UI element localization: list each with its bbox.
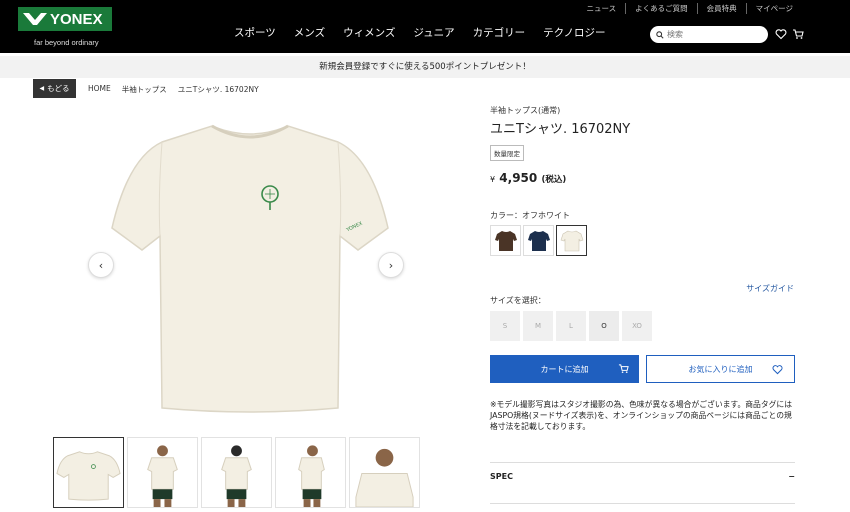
site-header: YONEX far beyond ordinary ニュース よくあるご質問 会…	[0, 0, 850, 53]
gallery-next-button[interactable]: ›	[378, 252, 404, 278]
chevron-left-icon: ‹	[98, 258, 104, 272]
color-swatch-offwhite[interactable]	[556, 225, 587, 256]
thumbnail-3[interactable]	[275, 437, 346, 508]
search-input[interactable]	[667, 30, 757, 39]
product-title: ユニTシャツ. 16702NY	[490, 122, 631, 137]
thumbnail-image	[147, 445, 178, 507]
favorites-button-label: お気に入りに追加	[688, 364, 753, 374]
gallery-prev-button[interactable]: ‹	[88, 252, 114, 278]
back-arrow-icon: ◀	[39, 85, 45, 92]
nav-item-mens[interactable]: メンズ	[285, 25, 334, 40]
logo-mark-icon	[23, 13, 47, 25]
price-tax: (税込)	[541, 175, 567, 185]
product-main-image: YONEX	[111, 124, 389, 413]
breadcrumb: HOME 半袖トップス ユニTシャツ. 16702NY	[88, 84, 259, 95]
breadcrumb-category[interactable]: 半袖トップス	[122, 84, 167, 95]
promo-banner[interactable]: 新規会員登録ですぐに使える500ポイントプレゼント！	[0, 56, 850, 78]
price-currency: ¥	[490, 175, 496, 184]
color-label: カラー：オフホワイト	[490, 211, 570, 220]
nav-item-womens[interactable]: ウィメンズ	[334, 25, 404, 40]
price-value: 4,950	[499, 171, 538, 185]
collapse-icon: −	[788, 472, 795, 481]
size-label: サイズを選択：	[490, 296, 546, 305]
thumbnail-2[interactable]	[201, 437, 272, 508]
heart-icon	[772, 365, 783, 375]
size-option-xo[interactable]: XO	[622, 311, 652, 341]
logo-text: YONEX	[50, 10, 103, 28]
product-category[interactable]: 半袖トップス(通常)	[490, 105, 560, 116]
thumbnail-image	[56, 451, 121, 501]
divider	[490, 503, 795, 504]
util-link-member-benefits[interactable]: 会員特典	[696, 3, 746, 14]
size-option-l[interactable]: L	[556, 311, 586, 341]
back-button[interactable]: ◀ もどる	[33, 79, 76, 98]
size-option-m[interactable]: M	[523, 311, 553, 341]
size-option-o[interactable]: O	[589, 311, 619, 341]
shirt-icon	[494, 230, 517, 251]
util-link-faq[interactable]: よくあるご質問	[625, 3, 697, 14]
yonex-logo[interactable]: YONEX	[18, 7, 112, 31]
thumbnail-4[interactable]	[349, 437, 420, 508]
chevron-right-icon: ›	[388, 258, 394, 272]
color-swatch-navy[interactable]	[523, 225, 554, 256]
back-label: もどる	[47, 84, 70, 93]
heart-icon[interactable]	[775, 28, 787, 40]
search-box[interactable]	[650, 26, 768, 43]
thumbnail-strip	[53, 437, 420, 508]
add-to-favorites-button[interactable]: お気に入りに追加	[646, 355, 795, 383]
shirt-icon	[527, 230, 550, 251]
thumbnail-image	[298, 445, 325, 507]
cart-button-label: カートに追加	[540, 364, 589, 374]
main-nav: スポーツ メンズ ウィメンズ ジュニア カテゴリー テクノロジー	[225, 25, 615, 40]
product-price: ¥ 4,950 (税込)	[490, 171, 566, 185]
cart-icon	[618, 364, 629, 373]
cart-icon[interactable]	[792, 28, 804, 40]
add-to-cart-button[interactable]: カートに追加	[490, 355, 639, 383]
thumbnail-1[interactable]	[127, 437, 198, 508]
search-icon	[656, 30, 664, 39]
thumbnail-image	[221, 445, 252, 507]
tagline: far beyond ordinary	[34, 38, 99, 47]
util-link-mypage[interactable]: マイページ	[745, 3, 802, 14]
nav-item-technology[interactable]: テクノロジー	[534, 25, 614, 40]
product-note: ※モデル撮影写真はスタジオ撮影の為、色味が異なる場合がございます。商品タグにはJ…	[490, 400, 793, 431]
size-guide-link[interactable]: サイズガイド	[746, 283, 794, 294]
limited-badge: 数量限定	[490, 145, 524, 161]
size-option-s[interactable]: S	[490, 311, 520, 341]
utility-nav: ニュース よくあるご質問 会員特典 マイページ	[578, 3, 802, 14]
nav-item-sports[interactable]: スポーツ	[225, 25, 285, 40]
breadcrumb-home[interactable]: HOME	[88, 84, 111, 95]
size-selector: S M L O XO	[490, 311, 652, 341]
spec-label: SPEC	[490, 472, 513, 481]
nav-item-junior[interactable]: ジュニア	[404, 25, 463, 40]
breadcrumb-current: ユニTシャツ. 16702NY	[177, 85, 259, 94]
util-link-news[interactable]: ニュース	[578, 3, 626, 14]
nav-item-category[interactable]: カテゴリー	[464, 25, 535, 40]
color-swatches	[490, 225, 587, 256]
divider	[490, 462, 795, 463]
shirt-icon	[560, 230, 583, 251]
thumbnail-image	[355, 448, 414, 507]
spec-accordion[interactable]: SPEC −	[490, 472, 795, 481]
color-swatch-brown[interactable]	[490, 225, 521, 256]
thumbnail-0[interactable]	[53, 437, 124, 508]
